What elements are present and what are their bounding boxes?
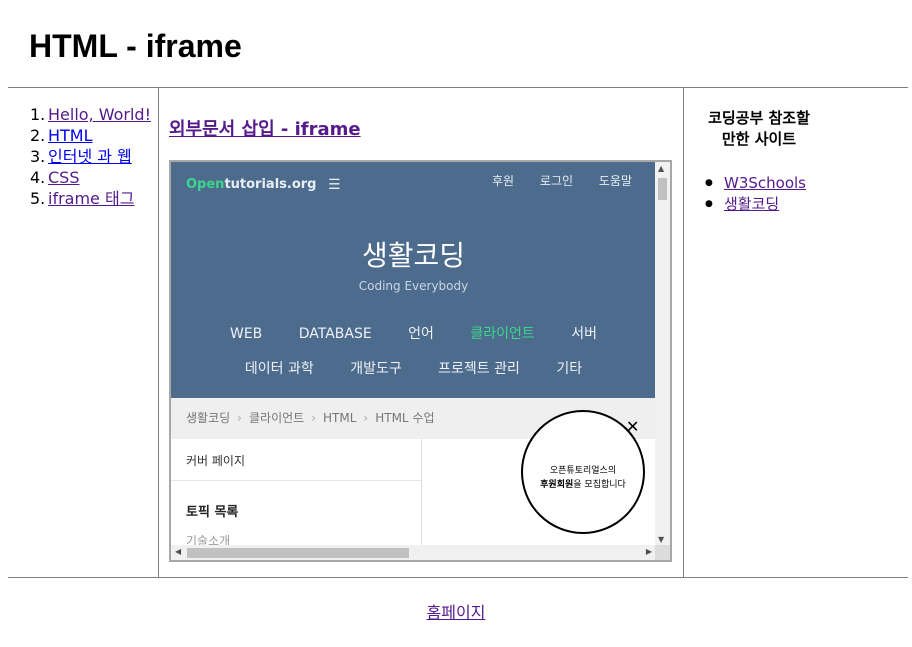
w3schools-link[interactable]: W3Schools [724,174,806,192]
category-dev-tools[interactable]: 개발도구 [350,361,402,377]
nav-link-internet-web[interactable]: 인터넷 과 웹 [48,147,132,166]
category-web[interactable]: WEB [230,326,262,342]
chevron-right-icon: › [311,411,316,425]
iframe-top-links: 후원 로그인 도움말 [470,172,632,189]
list-item: 생활코딩 [705,194,806,215]
iframe-sidebar: 커버 페이지 토픽 목록 기술소개 [171,439,422,549]
iframe-site-subtitle: Coding Everybody [358,279,469,293]
vertical-scrollbar[interactable]: ▲ ▼ [655,162,670,546]
reference-site-list: W3Schools 생활코딩 [705,173,806,215]
opentutorials-logo[interactable]: Opentutorials.org [186,177,316,192]
embedded-iframe[interactable]: Opentutorials.org ☰ 후원 로그인 도움말 생활코딩 Codi… [169,160,672,562]
iframe-site-header: Opentutorials.org ☰ 후원 로그인 도움말 생활코딩 Codi… [171,162,656,398]
category-row-2: 데이터 과학 개발도구 프로젝트 관리 기타 [171,358,656,378]
aside-title: 코딩공부 참조할 만한 사이트 [708,109,810,148]
nav-link-html[interactable]: HTML [48,126,93,145]
right-column-border [683,88,684,578]
section-heading: 외부문서 삽입 - iframe [169,117,361,143]
horizontal-scrollbar[interactable]: ◀ ▶ [171,545,656,560]
breadcrumb-item[interactable]: HTML [323,411,356,425]
category-server[interactable]: 서버 [571,326,597,342]
category-data-science[interactable]: 데이터 과학 [245,361,314,377]
category-database[interactable]: DATABASE [299,326,372,342]
scroll-left-icon[interactable]: ◀ [175,547,181,556]
category-row-1: WEB DATABASE 언어 클라이언트 서버 [171,323,656,343]
vertical-scroll-thumb[interactable] [658,178,667,200]
menu-icon[interactable]: ☰ [328,177,341,193]
saenghwalcoding-link[interactable]: 생활코딩 [724,195,779,213]
breadcrumb-item[interactable]: 생활코딩 [186,411,230,425]
close-icon[interactable]: ✕ [626,417,639,436]
login-link[interactable]: 로그인 [540,174,573,188]
nav-item-hello-world: 1. Hello, World! [30,105,151,124]
scroll-up-icon[interactable]: ▲ [658,164,664,173]
iframe-site-title: 생활코딩 [361,239,466,272]
nav-item-html: 2. HTML [30,126,93,145]
horizontal-scroll-thumb[interactable] [187,548,409,558]
homepage-link[interactable]: 홈페이지 [427,603,486,622]
scroll-down-icon[interactable]: ▼ [658,535,664,544]
scroll-right-icon[interactable]: ▶ [646,547,652,556]
nav-item-iframe: 5. iframe 태그 [30,189,135,208]
bottom-divider [8,577,908,578]
cover-page-link[interactable]: 커버 페이지 [186,452,245,469]
left-column-border [158,88,159,578]
section-heading-link[interactable]: 외부문서 삽입 - iframe [169,119,361,140]
page-title: HTML - iframe [29,28,242,64]
category-language[interactable]: 언어 [408,326,434,342]
topic-nav-list: 1. Hello, World! 2. HTML 3. 인터넷 과 웹 4. CSS 5… [30,104,151,209]
breadcrumb-item[interactable]: 클라이언트 [249,411,304,425]
nav-link-css[interactable]: CSS [48,168,79,187]
list-item: W3Schools [705,173,806,194]
nav-link-hello-world[interactable]: Hello, World! [48,105,151,124]
category-etc[interactable]: 기타 [556,361,582,377]
help-link[interactable]: 도움말 [599,174,632,188]
category-project-management[interactable]: 프로젝트 관리 [438,361,520,377]
chevron-right-icon: › [363,411,369,425]
top-divider [8,87,908,88]
scrollbar-corner [655,545,670,560]
donation-popup-text: 오픈튜토리얼스의 후원회원을 모집합니다 [540,466,626,490]
topic-list-heading: 토픽 목록 [186,505,239,520]
donate-link[interactable]: 후원 [492,174,514,188]
chevron-right-icon: › [237,411,242,425]
category-client[interactable]: 클라이언트 [470,326,534,342]
nav-item-css: 4. CSS [30,168,80,187]
footer: 홈페이지 [0,599,912,623]
nav-link-iframe[interactable]: iframe 태그 [48,189,134,208]
sidebar-divider [171,480,421,481]
nav-item-internet-web: 3. 인터넷 과 웹 [30,147,132,166]
breadcrumb-item[interactable]: HTML 수업 [375,411,434,425]
